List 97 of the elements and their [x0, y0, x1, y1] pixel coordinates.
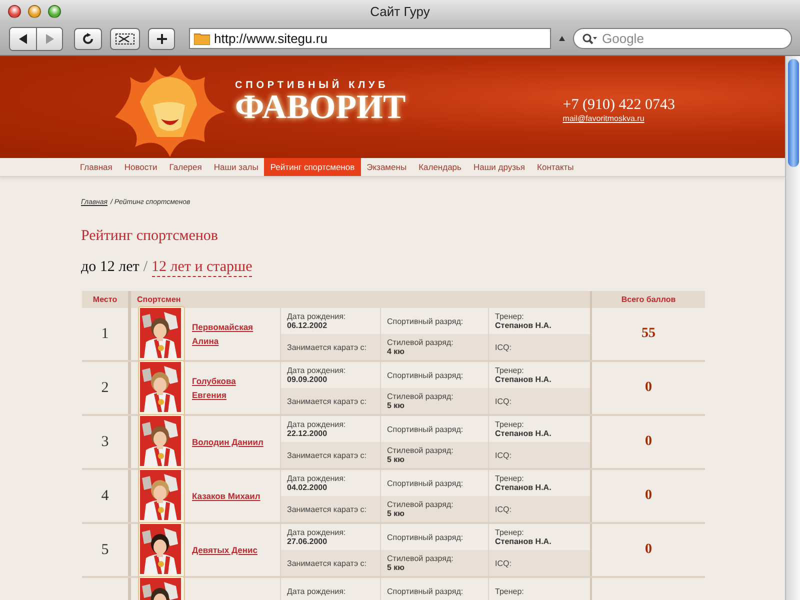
nav-item[interactable]: Наши друзья: [467, 158, 532, 176]
field-label: Стилевой разряд:: [387, 338, 454, 347]
phone-number: +7 (910) 422 0743: [562, 97, 675, 114]
athlete-name-link[interactable]: Голубкова Евгения: [192, 374, 272, 402]
nav-item[interactable]: Контакты: [531, 158, 580, 176]
field-label: Спортивный разряд:: [387, 586, 464, 596]
address-field[interactable]: http://www.sitegu.ru: [189, 28, 551, 49]
column-header: Всего баллов: [590, 291, 705, 308]
place-number: 5: [100, 540, 110, 560]
search-input[interactable]: Google: [602, 31, 782, 46]
place-number: 2: [100, 378, 110, 398]
field-label: Тренер:: [495, 312, 525, 321]
field-label: Спортивный разряд:: [387, 316, 464, 326]
field-value: Степанов Н.А.: [495, 375, 552, 384]
zoom-button[interactable]: [48, 4, 61, 18]
field-label: Спортивный разряд:: [387, 424, 464, 434]
field-label: Дата рождения:: [287, 474, 347, 483]
field-value: 06.12.2002: [287, 321, 328, 330]
field-value: 04.02.2000: [287, 483, 328, 492]
field-label: Тренер:: [495, 474, 525, 483]
forward-button[interactable]: [36, 28, 62, 50]
reload-icon: [82, 32, 94, 44]
column-header: Место: [92, 294, 118, 306]
folder-icon: [194, 32, 210, 45]
caret-icon: [559, 36, 565, 41]
field-label: Спортивный разряд:: [387, 370, 464, 380]
close-button[interactable]: [8, 4, 21, 18]
field-label: Спортивный разряд:: [387, 532, 464, 542]
window-title: Сайт Гуру: [370, 4, 430, 18]
field-label: ICQ:: [495, 396, 512, 406]
field-value: 5 кю: [387, 509, 406, 518]
field-label: Тренер:: [495, 586, 525, 596]
nav-item[interactable]: Галерея: [163, 158, 208, 176]
field-label: Стилевой разряд:: [387, 554, 454, 563]
email-link[interactable]: mail@favoritmoskva.ru: [562, 114, 675, 123]
club-name: ФАВОРИТ: [235, 90, 406, 124]
field-label: Дата рождения:: [287, 366, 347, 375]
field-label: Дата рождения:: [287, 420, 347, 429]
field-value: 5 кю: [387, 563, 406, 572]
athlete-name-link[interactable]: Володин Даниил: [192, 435, 272, 449]
nav-item[interactable]: Новости: [118, 158, 164, 176]
athlete-name-link[interactable]: Первомайская Алина: [192, 320, 272, 348]
plus-icon: [156, 32, 168, 44]
separator: /: [143, 259, 148, 277]
field-value: 4 кю: [387, 347, 406, 356]
field-label: Дата рождения:: [287, 586, 347, 596]
nav-item[interactable]: Наши залы: [208, 158, 264, 176]
age-filter[interactable]: 12 лет и старше: [152, 259, 252, 277]
field-label: Стилевой разряд:: [387, 392, 454, 401]
search-icon: [582, 32, 598, 44]
reload-button[interactable]: [74, 28, 102, 50]
field-label: ICQ:: [495, 504, 512, 514]
field-label: Занимается каратэ с:: [287, 342, 368, 352]
add-bookmark-button[interactable]: [148, 28, 175, 50]
place-number: 4: [100, 486, 110, 506]
field-label: Стилевой разряд:: [387, 446, 454, 455]
forward-icon: [45, 34, 54, 44]
search-field[interactable]: Google: [573, 28, 792, 49]
field-value: Степанов Н.А.: [495, 321, 552, 330]
field-label: ICQ:: [495, 558, 512, 568]
scrollbar[interactable]: [785, 56, 800, 600]
field-value: Степанов Н.А.: [495, 537, 552, 546]
field-label: Занимается каратэ с:: [287, 504, 368, 514]
field-label: Спортивный разряд:: [387, 478, 464, 488]
field-value: 5 кю: [387, 401, 406, 410]
back-icon: [18, 34, 28, 44]
athlete-name-link[interactable]: Девятых Денис: [192, 543, 272, 557]
field-label: Занимается каратэ с:: [287, 558, 368, 568]
age-filter[interactable]: до 12 лет: [81, 259, 140, 277]
field-label: Занимается каратэ с:: [287, 396, 368, 406]
nav-item[interactable]: Главная: [74, 158, 118, 176]
field-label: Тренер:: [495, 366, 525, 375]
field-value: 5 кю: [387, 455, 406, 464]
nav-item[interactable]: Рейтинг спортсменов: [264, 158, 361, 176]
nav-item[interactable]: Календарь: [412, 158, 468, 176]
field-label: Дата рождения:: [287, 528, 347, 537]
club-caption: СПОРТИВНЫЙ КЛУБ: [235, 80, 389, 90]
field-value: Степанов Н.А.: [495, 483, 552, 492]
field-label: Дата рождения:: [287, 312, 347, 321]
place-number: 1: [100, 324, 110, 344]
field-value: 09.09.2000: [287, 375, 328, 384]
snip-button[interactable]: [110, 28, 140, 50]
nav-item[interactable]: Экзамены: [360, 158, 413, 176]
field-label: Тренер:: [495, 528, 525, 537]
field-label: ICQ:: [495, 450, 512, 460]
field-value: 27.06.2000: [287, 537, 328, 546]
field-label: Тренер:: [495, 420, 525, 429]
athlete-name-link[interactable]: Казаков Михаил: [192, 489, 272, 503]
minimize-button[interactable]: [28, 4, 41, 18]
field-label: Занимается каратэ с:: [287, 450, 368, 460]
place-number: 3: [100, 432, 110, 452]
column-header: Спортсмен: [136, 294, 182, 306]
field-label: Стилевой разряд:: [387, 500, 454, 509]
field-value: 22.12.2000: [287, 429, 328, 438]
field-value: Степанов Н.А.: [495, 429, 552, 438]
page-title: Рейтинг спортсменов: [81, 228, 218, 245]
field-label: ICQ:: [495, 342, 512, 352]
